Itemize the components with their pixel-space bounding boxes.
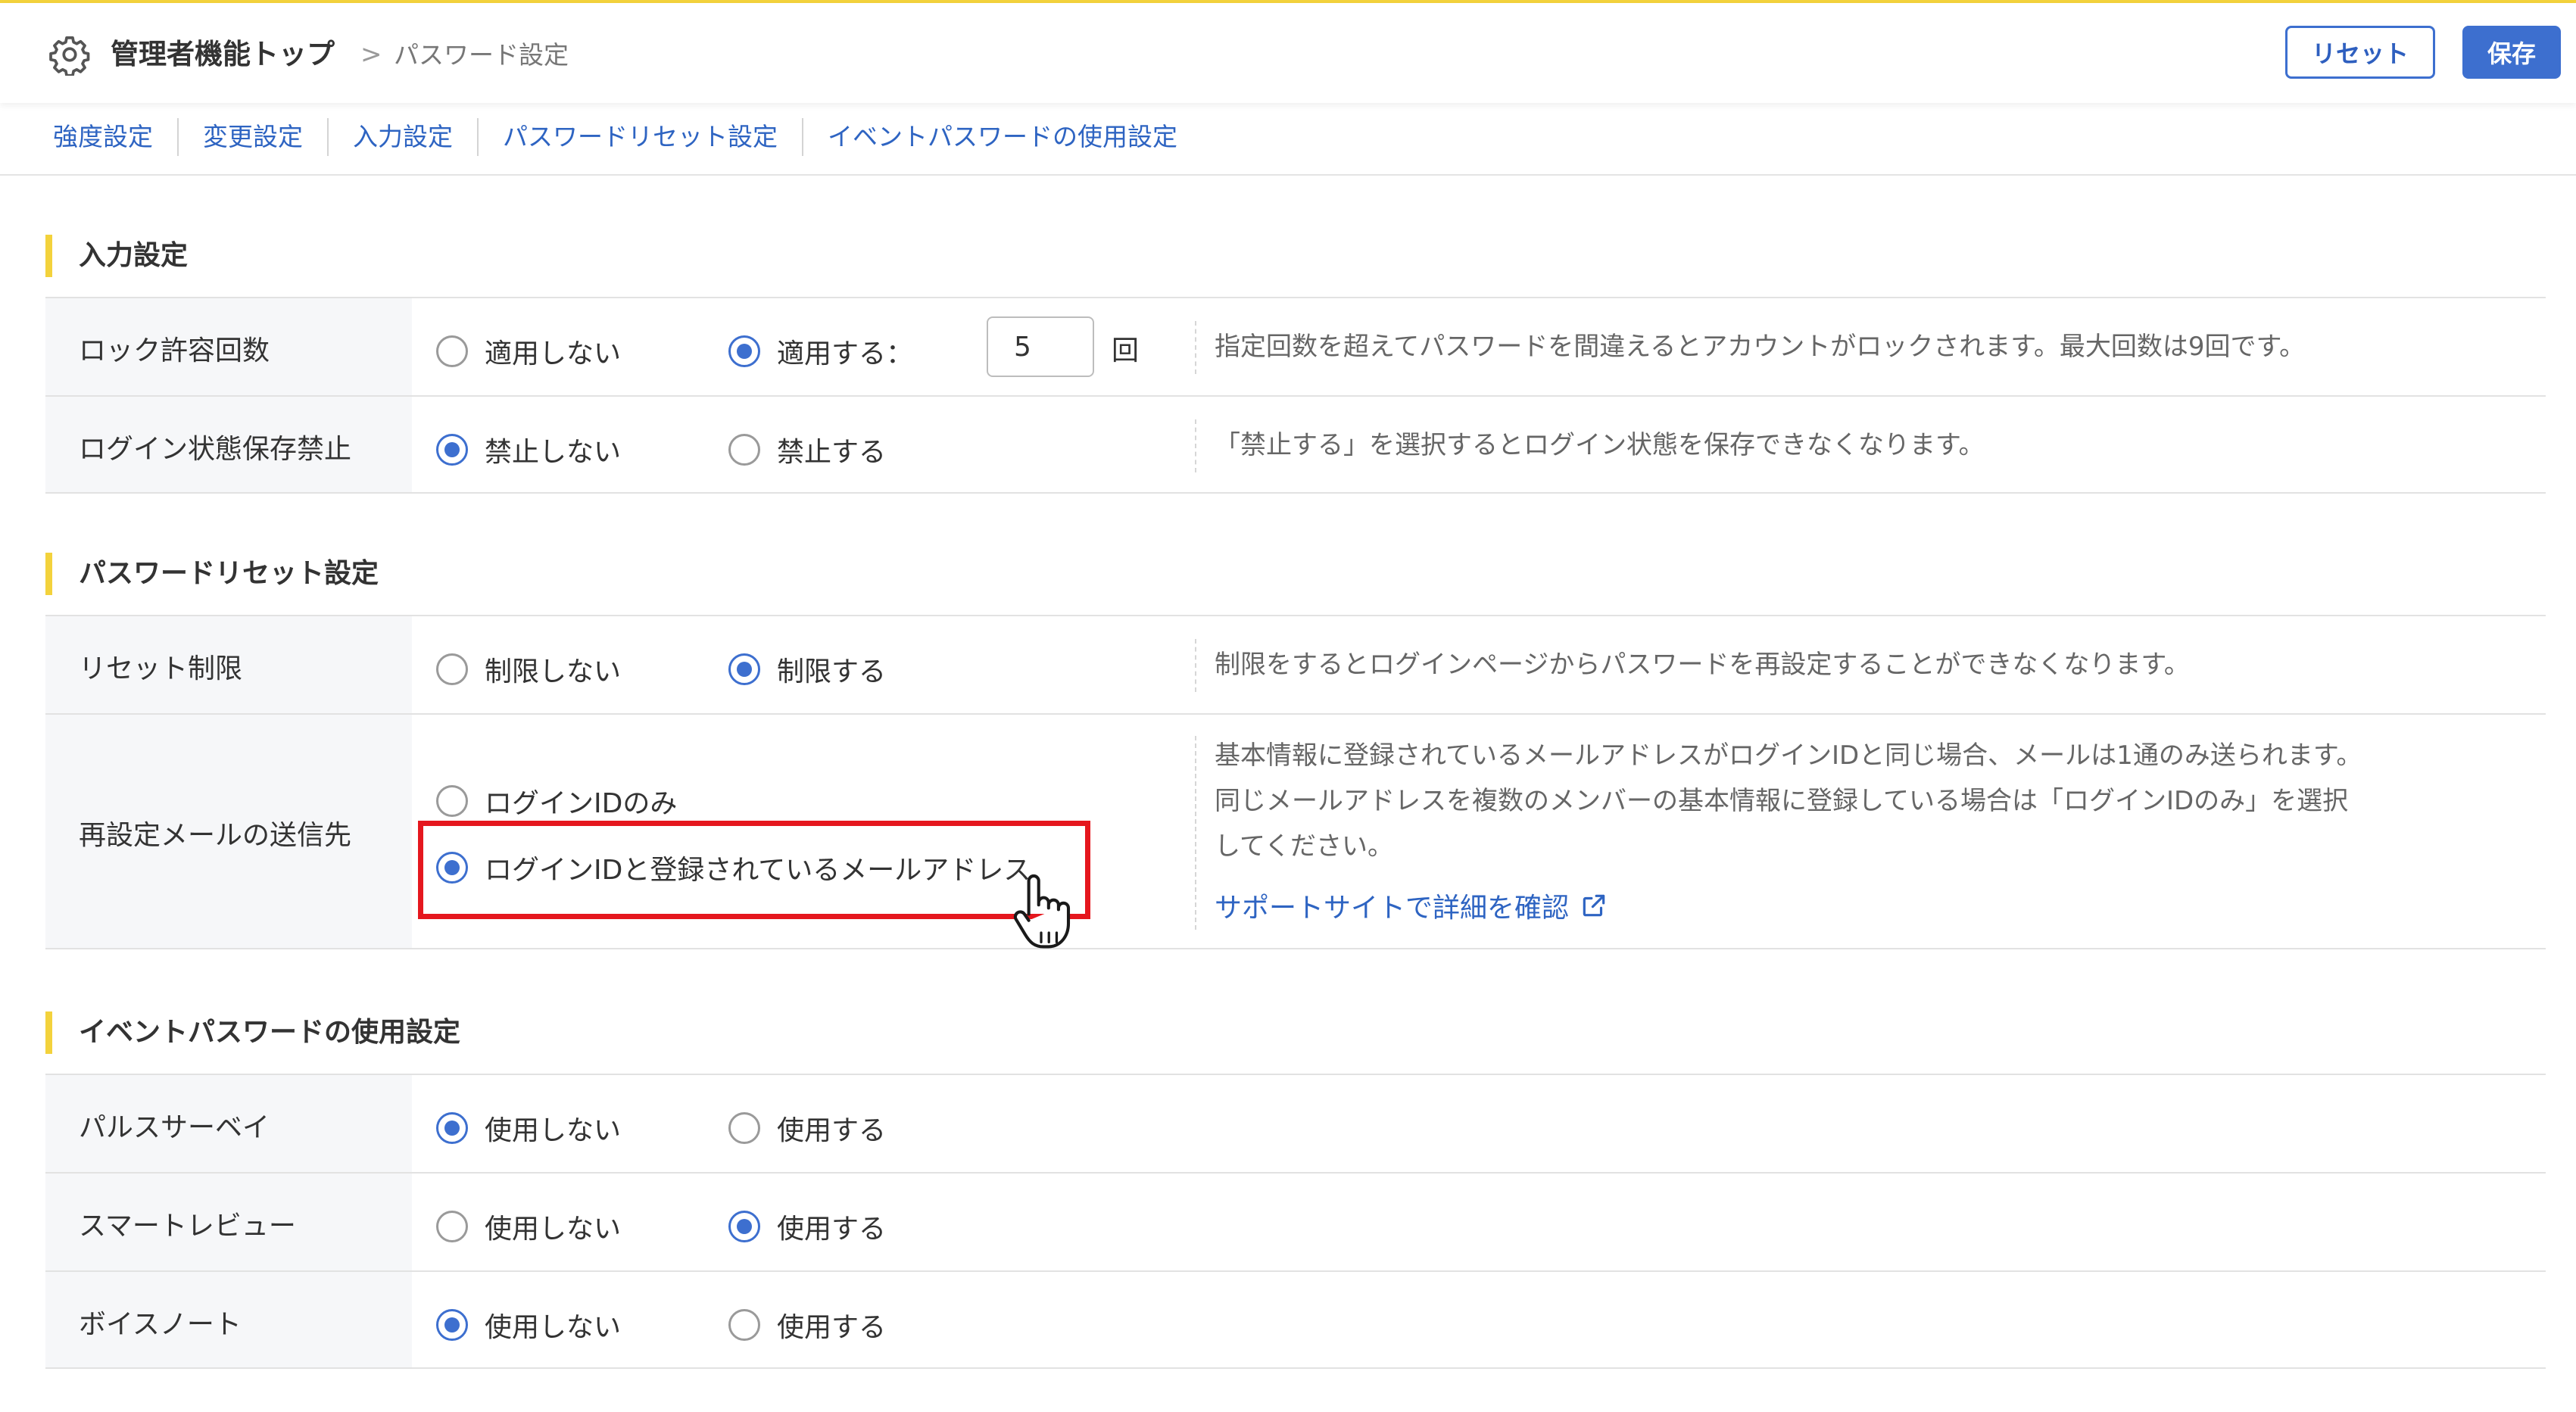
radio-circle[interactable]	[436, 1211, 468, 1242]
radio-circle[interactable]	[728, 434, 760, 466]
radio-pulse-on[interactable]: 使用する	[728, 1108, 886, 1148]
tabs-divider	[0, 174, 2576, 176]
radio-login-save-off[interactable]: 禁止しない	[436, 430, 621, 469]
row-label: ログイン状態保存禁止	[79, 434, 352, 465]
radio-circle[interactable]	[728, 1309, 760, 1341]
radio-circle[interactable]	[436, 1112, 468, 1144]
tab-event-password[interactable]: イベントパスワードの使用設定	[803, 118, 1202, 156]
radio-smart-on[interactable]: 使用する	[728, 1207, 886, 1246]
row-reset-limit: リセット制限 制限しない 制限する 制限をするとログインページからパスワードを再…	[45, 615, 2546, 713]
row-description: 指定回数を超えてパスワードを間違えるとアカウントがロックされます。最大回数は9回…	[1215, 332, 2306, 362]
row-description-line2: 同じメールアドレスを複数のメンバーの基本情報に登録している場合は「ログインIDの…	[1215, 786, 2349, 816]
highlight-box	[418, 821, 1090, 919]
radio-circle[interactable]	[728, 1211, 760, 1242]
page-title[interactable]: 管理者機能トップ	[111, 35, 335, 74]
support-site-link[interactable]: サポートサイトで詳細を確認	[1215, 886, 1608, 925]
row-smart-review: スマートレビュー 使用しない 使用する	[45, 1172, 2546, 1270]
radio-mail-login-only[interactable]: ログインIDのみ	[436, 781, 677, 821]
row-lock-count: ロック許容回数 適用しない 適用する： 回 指定回数を超えてパスワードを間違える…	[45, 297, 2546, 395]
radio-circle[interactable]	[728, 1112, 760, 1144]
row-description-line1: 基本情報に登録されているメールアドレスがログインIDと同じ場合、メールは1通のみ…	[1215, 740, 2362, 771]
save-button[interactable]: 保存	[2462, 26, 2561, 79]
row-label: ボイスノート	[79, 1309, 242, 1340]
gear-icon	[49, 36, 90, 76]
row-description-line3: してください。	[1215, 831, 1393, 862]
tab-change[interactable]: 変更設定	[179, 118, 329, 156]
radio-circle[interactable]	[436, 434, 468, 466]
radio-circle[interactable]	[436, 1309, 468, 1341]
section-title-reset: パスワードリセット設定	[45, 553, 379, 595]
tab-strength[interactable]: 強度設定	[30, 118, 179, 156]
radio-reset-limit-on[interactable]: 制限する	[728, 650, 886, 689]
section-title-input: 入力設定	[45, 235, 188, 277]
page-header: 管理者機能トップ > パスワード設定 リセット 保存	[0, 3, 2576, 103]
external-link-icon	[1583, 894, 1605, 917]
row-label: 再設定メールの送信先	[79, 820, 352, 851]
row-label: スマートレビュー	[79, 1211, 296, 1242]
breadcrumb-current: パスワード設定	[394, 40, 569, 70]
unit-label: 回	[1112, 335, 1140, 366]
radio-voice-on[interactable]: 使用する	[728, 1305, 886, 1345]
radio-reset-limit-off[interactable]: 制限しない	[436, 650, 621, 689]
row-label: リセット制限	[79, 653, 243, 684]
radio-voice-off[interactable]: 使用しない	[436, 1305, 621, 1345]
hand-pointer-icon	[1013, 874, 1071, 949]
radio-circle[interactable]	[728, 653, 760, 685]
radio-pulse-off[interactable]: 使用しない	[436, 1108, 621, 1148]
tab-password-reset[interactable]: パスワードリセット設定	[479, 118, 803, 156]
tab-input[interactable]: 入力設定	[329, 118, 479, 156]
row-description: 制限をするとログインページからパスワードを再設定することができなくなります。	[1215, 650, 2190, 680]
lock-count-input[interactable]	[987, 316, 1094, 377]
row-label: パルスサーベイ	[79, 1112, 270, 1143]
row-login-save: ログイン状態保存禁止 禁止しない 禁止する 「禁止する」を選択するとログイン状態…	[45, 395, 2546, 494]
radio-circle[interactable]	[436, 785, 468, 817]
radio-lock-off[interactable]: 適用しない	[436, 332, 621, 371]
radio-smart-off[interactable]: 使用しない	[436, 1207, 621, 1246]
breadcrumb-separator: >	[360, 39, 382, 70]
radio-circle[interactable]	[728, 335, 760, 367]
radio-login-save-on[interactable]: 禁止する	[728, 430, 886, 469]
row-label: ロック許容回数	[79, 335, 270, 366]
radio-lock-on[interactable]: 適用する：	[728, 332, 913, 371]
row-description: 「禁止する」を選択するとログイン状態を保存できなくなります。	[1215, 430, 1985, 460]
radio-circle[interactable]	[436, 653, 468, 685]
row-pulse-survey: パルスサーベイ 使用しない 使用する	[45, 1074, 2546, 1172]
reset-button[interactable]: リセット	[2285, 26, 2435, 79]
section-title-event: イベントパスワードの使用設定	[45, 1011, 460, 1054]
row-voice-note: ボイスノート 使用しない 使用する	[45, 1270, 2546, 1369]
radio-circle[interactable]	[436, 335, 468, 367]
section-tabs: 強度設定 変更設定 入力設定 パスワードリセット設定 イベントパスワードの使用設…	[30, 115, 1202, 159]
